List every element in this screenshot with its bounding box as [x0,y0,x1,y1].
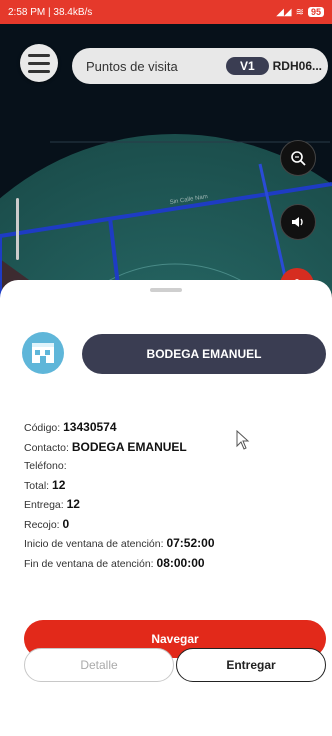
map-scroll-indicator [16,198,19,260]
store-icon [22,332,64,374]
entregar-button[interactable]: Entregar [176,648,326,682]
header-bar: Puntos de visita V1 RDH06... [72,48,328,84]
zoom-button[interactable] [280,140,316,176]
bottom-sheet: BODEGA EMANUEL Código: 13430574 Contacto… [0,280,332,736]
fin-row: Fin de ventana de atención: 08:00:00 [24,555,205,570]
telefono-row: Teléfono: [24,460,67,472]
wifi-icon: ≋ [295,6,304,18]
zoom-icon [291,151,306,166]
contacto-row: Contacto: BODEGA EMANUEL [24,439,187,454]
total-row: Total: 12 [24,477,66,492]
mouse-cursor-icon [236,430,250,450]
menu-button[interactable] [20,44,58,82]
codigo-row: Código: 13430574 [24,420,117,434]
inicio-row: Inicio de ventana de atención: 07:52:00 [24,536,215,550]
sound-button[interactable] [280,204,316,240]
page-title: Puntos de visita [86,58,178,74]
store-name-pill: BODEGA EMANUEL [82,334,326,374]
battery-icon: 95 [307,7,324,17]
speaker-icon [292,217,303,227]
entrega-row: Entrega: 12 [24,497,80,511]
visit-details: Código: 13430574 Contacto: BODEGA EMANUE… [24,418,215,573]
detalle-button[interactable]: Detalle [24,648,174,682]
version-badge[interactable]: V1 [225,57,269,75]
status-time: 2:58 PM | 38.4kB/s [8,6,93,18]
recojo-row: Recojo: 0 [24,516,70,531]
route-code[interactable]: RDH06... [265,59,322,73]
signal-icon: ◢◢ [276,6,292,18]
sheet-handle[interactable] [150,288,182,292]
status-icons: ◢◢ ≋ 95 [276,7,324,18]
status-bar: 2:58 PM | 38.4kB/s ◢◢ ≋ 95 [0,0,332,24]
